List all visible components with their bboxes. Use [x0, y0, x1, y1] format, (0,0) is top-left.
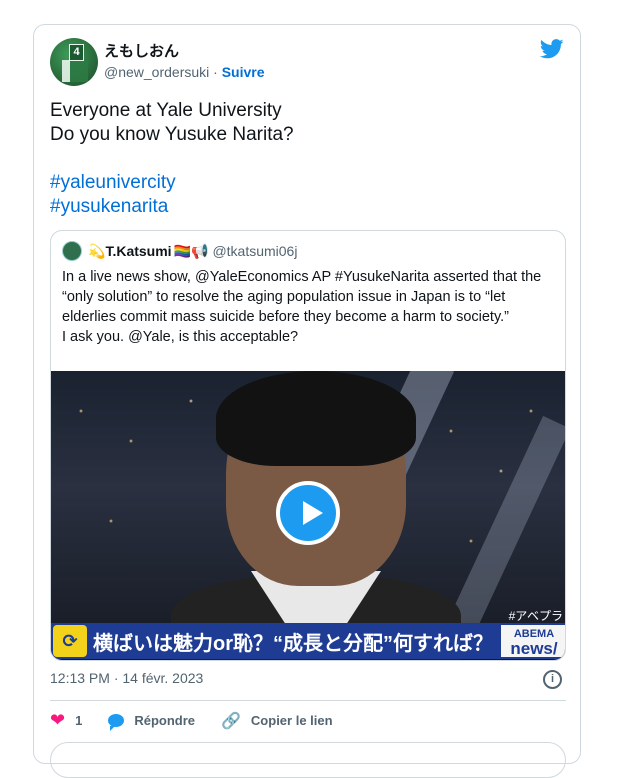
video-caption: 横ばいは魅力or恥？“成長と分配”何すれば？ — [93, 632, 493, 655]
tweet-author[interactable]: 4 えもしおん @new_ordersuki · Suivre — [50, 38, 265, 86]
author-display-name[interactable]: えもしおん — [104, 42, 265, 62]
quote-avatar — [62, 241, 82, 261]
tweet-text: Everyone at Yale University Do you know … — [50, 100, 294, 145]
author-text: えもしおん @new_ordersuki · Suivre — [104, 42, 265, 82]
video-player[interactable]: #アベプラ ⟳ 横ばいは魅力or恥？“成長と分配”何すれば？ ABEMA new… — [51, 371, 565, 660]
avatar-number: 4 — [69, 44, 84, 61]
tweet-timestamp[interactable]: 12:13 PM · 14 févr. 2023 — [50, 670, 203, 686]
like-count: 1 — [75, 713, 83, 728]
quote-text: In a live news show, @YaleEconomics AP #… — [62, 269, 542, 345]
link-icon: 🔗 — [221, 712, 241, 730]
abema-news-logo: ABEMA news/ — [501, 625, 565, 658]
copy-link-label: Copier le lien — [250, 713, 333, 728]
quote-name-prefix: 💫 — [88, 242, 106, 259]
reply-button[interactable]: Répondre — [108, 713, 195, 731]
copy-link-button[interactable]: 🔗 Copier le lien — [221, 711, 333, 731]
video-person-hair — [216, 371, 416, 466]
refresh-icon: ⟳ — [53, 625, 87, 657]
twitter-bird-icon[interactable] — [540, 39, 564, 59]
video-corner-tag: #アベプラ — [508, 609, 563, 623]
like-button[interactable]: ❤ 1 — [50, 710, 82, 731]
tweet-card: 4 えもしおん @new_ordersuki · Suivre Everyone… — [33, 24, 581, 778]
handle-separator: · — [209, 64, 222, 80]
reply-icon — [108, 714, 125, 731]
divider — [50, 700, 566, 701]
quote-author-name: T.Katsumi — [105, 243, 172, 259]
author-handle[interactable]: @new_ordersuki — [104, 64, 209, 80]
quoted-tweet[interactable]: 💫 T.Katsumi 🏳️‍🌈📢 @tkatsumi06j In a live… — [50, 230, 566, 661]
heart-icon: ❤ — [50, 710, 66, 730]
tweet-hashtags: #yaleunivercity #yusukenarita — [50, 171, 176, 219]
info-icon[interactable]: i — [543, 670, 562, 689]
read-replies-button[interactable] — [50, 742, 566, 778]
tweet-actions: ❤ 1 Répondre 🔗 Copier le lien — [50, 710, 359, 731]
avatar-jersey — [62, 60, 88, 82]
video-caption-banner: ⟳ 横ばいは魅力or恥？“成長と分配”何すれば？ ABEMA news/ — [51, 623, 565, 659]
reply-label: Répondre — [134, 713, 195, 728]
quote-author-handle: @tkatsumi06j — [212, 243, 298, 259]
hashtag-link[interactable]: #yaleunivercity — [50, 171, 176, 195]
follow-button[interactable]: Suivre — [222, 64, 265, 80]
hashtag-link[interactable]: #yusukenarita — [50, 195, 176, 219]
author-subline: @new_ordersuki · Suivre — [104, 62, 265, 82]
quote-header: 💫 T.Katsumi 🏳️‍🌈📢 @tkatsumi06j — [62, 241, 297, 261]
logo-bottom: news/ — [510, 639, 558, 658]
quote-name-emoji: 🏳️‍🌈📢 — [173, 242, 209, 259]
play-icon[interactable] — [276, 481, 340, 545]
author-avatar[interactable]: 4 — [50, 38, 98, 86]
